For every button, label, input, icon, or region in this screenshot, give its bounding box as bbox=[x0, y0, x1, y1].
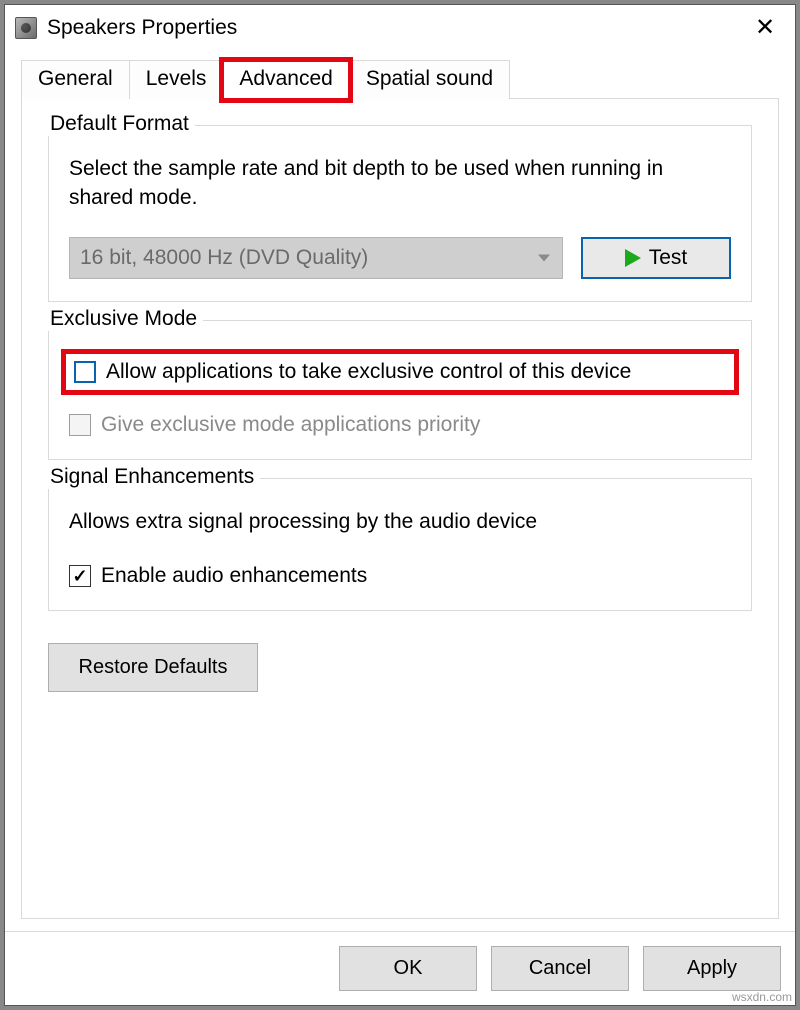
cancel-button[interactable]: Cancel bbox=[491, 946, 629, 991]
signal-desc: Allows extra signal processing by the au… bbox=[69, 507, 731, 536]
speaker-icon bbox=[15, 17, 37, 39]
group-title-signal: Signal Enhancements bbox=[44, 465, 260, 489]
tab-row: General Levels Advanced Spatial sound bbox=[21, 60, 779, 99]
tab-panel-advanced: Default Format Select the sample rate an… bbox=[21, 99, 779, 919]
priority-label: Give exclusive mode applications priorit… bbox=[101, 413, 480, 437]
group-title-exclusive: Exclusive Mode bbox=[44, 307, 203, 331]
enable-enhancements-checkbox[interactable] bbox=[69, 565, 91, 587]
test-button-label: Test bbox=[649, 246, 688, 270]
highlight-allow-exclusive: Allow applications to take exclusive con… bbox=[61, 349, 739, 395]
close-icon[interactable]: ✕ bbox=[745, 13, 785, 42]
window-title: Speakers Properties bbox=[47, 16, 237, 40]
allow-exclusive-checkbox[interactable] bbox=[74, 361, 96, 383]
tab-spatial-sound[interactable]: Spatial sound bbox=[349, 60, 510, 99]
tab-levels[interactable]: Levels bbox=[129, 60, 224, 99]
group-exclusive-mode: Exclusive Mode Allow applications to tak… bbox=[48, 320, 752, 460]
test-button[interactable]: Test bbox=[581, 237, 731, 279]
enable-enhancements-label: Enable audio enhancements bbox=[101, 564, 367, 588]
play-icon bbox=[625, 249, 641, 267]
default-format-desc: Select the sample rate and bit depth to … bbox=[69, 154, 731, 213]
group-default-format: Default Format Select the sample rate an… bbox=[48, 125, 752, 302]
default-format-select[interactable]: 16 bit, 48000 Hz (DVD Quality) bbox=[69, 237, 563, 279]
group-title-default-format: Default Format bbox=[44, 112, 195, 136]
allow-exclusive-label: Allow applications to take exclusive con… bbox=[106, 360, 631, 384]
priority-checkbox bbox=[69, 414, 91, 436]
ok-button[interactable]: OK bbox=[339, 946, 477, 991]
titlebar: Speakers Properties ✕ bbox=[5, 5, 795, 52]
speakers-properties-window: Speakers Properties ✕ General Levels Adv… bbox=[4, 4, 796, 1006]
apply-button[interactable]: Apply bbox=[643, 946, 781, 991]
watermark: wsxdn.com bbox=[732, 990, 792, 1004]
tab-general[interactable]: General bbox=[21, 60, 130, 99]
dialog-button-bar: OK Cancel Apply bbox=[5, 931, 795, 1005]
tab-advanced[interactable]: Advanced bbox=[222, 60, 349, 100]
group-signal-enhancements: Signal Enhancements Allows extra signal … bbox=[48, 478, 752, 611]
restore-defaults-button[interactable]: Restore Defaults bbox=[48, 643, 258, 692]
dialog-body: General Levels Advanced Spatial sound De… bbox=[5, 52, 795, 931]
